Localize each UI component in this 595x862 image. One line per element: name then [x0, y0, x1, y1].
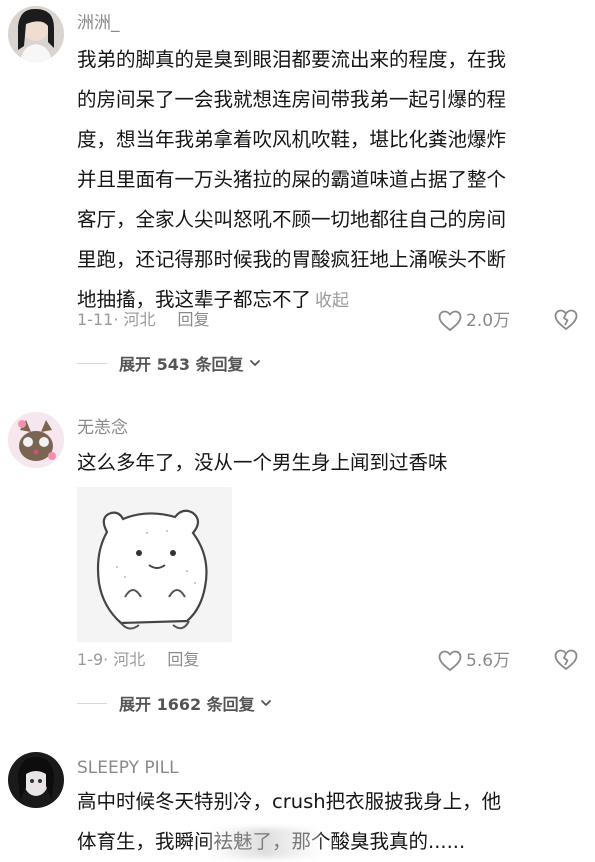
date-location: 1-11· 河北 [77, 310, 156, 329]
username[interactable]: SLEEPY PILL [77, 758, 179, 778]
username[interactable]: 洲洲_ [77, 13, 120, 33]
comment-line: 这么多年了，没从一个男生身上闻到过香味 [77, 451, 448, 474]
chevron-down-icon [249, 360, 260, 366]
comment-line: 的房间呆了一会我就想连房间带我弟一起引爆的程 [77, 88, 507, 111]
broken-heart-icon [554, 649, 578, 670]
comment-text: 这么多年了，没从一个男生身上闻到过香味 [77, 443, 587, 483]
comment-line: 我弟的脚真的是臭到眼泪都要流出来的程度，在我 [77, 48, 507, 71]
username[interactable]: 无恙念 [77, 418, 128, 438]
expand-replies[interactable]: 展开 1662 条回复 [77, 691, 272, 715]
expand-replies-label[interactable]: 展开 543 条回复 [119, 351, 244, 375]
like-button[interactable]: 5.6万 [438, 650, 510, 672]
expand-replies[interactable]: 展开 543 条回复 [77, 351, 261, 375]
like-button[interactable]: 2.0万 [438, 310, 510, 332]
date-location: 1-9· 河北 [77, 650, 146, 669]
blurred-text-overlay [210, 828, 320, 858]
heart-outline-icon [438, 310, 462, 331]
comment-line: 里跑，还记得那时候我的胃酸疯狂地上涌喉头不断 [77, 248, 507, 271]
collapse-button[interactable]: 收起 [315, 291, 349, 311]
divider-line [77, 362, 107, 364]
broken-heart-icon [554, 309, 578, 330]
comment-text: 我弟的脚真的是臭到眼泪都要流出来的程度，在我 的房间呆了一会我就想连房间带我弟一… [77, 40, 587, 321]
chevron-down-icon [260, 700, 271, 706]
comment-line: 高中时候冬天特别冷，crush把衣服披我身上，他 [77, 790, 502, 813]
comment-meta: 1-11· 河北 回复 [77, 310, 210, 330]
expand-replies-label[interactable]: 展开 1662 条回复 [119, 691, 255, 715]
comment-line: 并且里面有一万头猪拉的屎的霸道味道占据了整个 [77, 168, 507, 191]
comment-line: 度，想当年我弟拿着吹风机吹鞋，堪比化粪池爆炸 [77, 128, 507, 151]
dislike-button[interactable] [553, 649, 579, 675]
like-count: 2.0万 [466, 311, 511, 331]
dislike-button[interactable] [553, 309, 579, 335]
reply-button[interactable]: 回复 [167, 650, 199, 669]
divider-line [77, 702, 107, 704]
comment-line: 体育生，我瞬间袪魅了，那个酸臭我真的...... [77, 822, 587, 862]
heart-outline-icon [438, 650, 462, 671]
comment-line: 客厅，全家人尖叫怒吼不顾一切地都往自己的房间 [77, 208, 507, 231]
avatar[interactable] [8, 752, 64, 808]
comment-text: 高中时候冬天特别冷，crush把衣服披我身上，他 体育生，我瞬间袪魅了，那个酸臭… [77, 782, 587, 862]
sticker-image[interactable] [77, 487, 232, 642]
avatar[interactable] [8, 6, 64, 62]
comment-line-text: 地抽搐，我这辈子都忘不了 [77, 288, 312, 311]
like-count: 5.6万 [466, 651, 511, 671]
comment-meta: 1-9· 河北 回复 [77, 650, 199, 670]
reply-button[interactable]: 回复 [178, 310, 210, 329]
avatar[interactable] [8, 412, 64, 468]
